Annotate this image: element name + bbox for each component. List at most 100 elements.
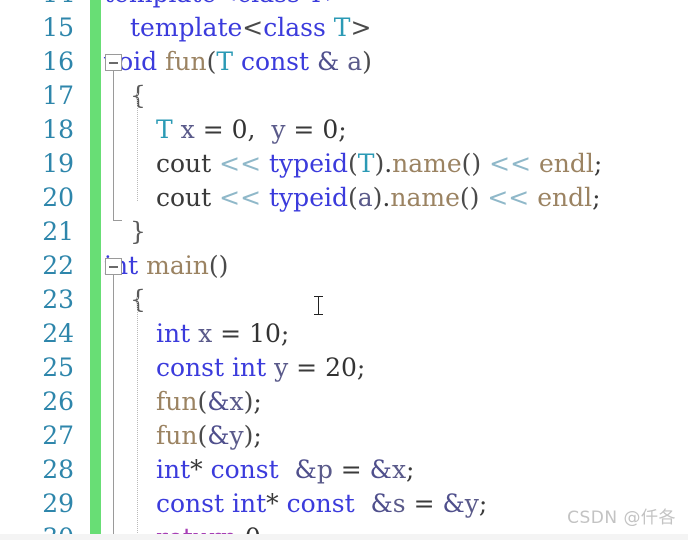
code-token: int (156, 455, 191, 484)
code-token: const (210, 455, 279, 484)
code-token: T (333, 13, 351, 42)
code-line[interactable]: 23{ (0, 283, 688, 317)
code-line-text[interactable]: template<class T> (130, 11, 371, 45)
code-token: a (357, 183, 373, 212)
line-number: 17 (42, 81, 74, 110)
line-number: 28 (42, 455, 74, 484)
code-line-text[interactable]: int* const &p = &x; (156, 453, 414, 487)
code-token: << (489, 149, 532, 178)
code-line-text[interactable]: int main() (104, 249, 228, 283)
code-line[interactable]: 17{ (0, 79, 688, 113)
code-token: y (274, 353, 289, 382)
code-line-text[interactable]: void fun(T const & a) (104, 45, 372, 79)
code-line-text[interactable]: int x = 10; (156, 317, 289, 351)
code-token: ; (356, 353, 366, 382)
code-token: fun (156, 421, 198, 450)
code-line[interactable]: 22 int main() (0, 249, 688, 283)
ibeam-stem (318, 296, 319, 315)
code-token: ) (374, 149, 385, 178)
code-token: y (464, 489, 479, 518)
code-token: int (231, 353, 267, 382)
collapse-region-icon[interactable] (105, 54, 122, 71)
code-line-text[interactable]: const int y = 20; (156, 351, 365, 385)
code-token: const (286, 489, 355, 518)
code-line[interactable]: 27 fun(&y); (0, 419, 688, 453)
code-token: template<class T> (104, 0, 345, 8)
fold-region-line (113, 275, 114, 540)
code-token: typeid (269, 149, 348, 178)
code-token: x (391, 455, 407, 484)
code-line[interactable]: 24 int x = 10; (0, 317, 688, 351)
code-line[interactable]: 15 template<class T> (0, 11, 688, 45)
code-line[interactable]: 14 template<class T> (0, 0, 688, 11)
code-line[interactable]: 25 const int y = 20; (0, 351, 688, 385)
code-line-text[interactable]: fun(&y); (156, 419, 262, 453)
code-token: = (288, 353, 326, 382)
code-line[interactable]: 19 cout << typeid(T).name() << endl; (0, 147, 688, 181)
code-token: template (130, 13, 243, 42)
code-token: const (241, 47, 310, 76)
code-line-text[interactable]: const int* const &s = &y; (156, 487, 487, 521)
code-token: name (390, 183, 460, 212)
code-line-text[interactable]: template<class T> (104, 0, 345, 11)
code-token: << (219, 183, 262, 212)
code-line[interactable]: 26 fun(&x); (0, 385, 688, 419)
code-token: ; (478, 489, 488, 518)
code-token: 10 (249, 319, 281, 348)
code-line-text[interactable]: T x = 0, y = 0; (156, 113, 347, 147)
code-token: * (266, 489, 279, 518)
line-number: 16 (42, 47, 74, 76)
code-token: ) (243, 421, 254, 450)
code-token: T (156, 115, 173, 144)
code-line-text[interactable]: fun(&x); (156, 385, 262, 419)
code-line-text[interactable]: cout << typeid(a).name() << endl; (156, 181, 601, 215)
csdn-watermark: CSDN @仟各 (567, 508, 676, 528)
code-editor[interactable]: 14template<class T>15template<class T>16… (0, 0, 688, 540)
collapse-region-icon[interactable] (105, 258, 122, 275)
fold-region-end-elbow (113, 211, 122, 221)
code-token: , (247, 115, 272, 144)
code-token: = (194, 115, 232, 144)
code-line-text[interactable]: cout << typeid(T).name() << endl; (156, 147, 602, 181)
code-token: ) (372, 183, 383, 212)
line-number: 18 (42, 115, 74, 144)
code-line[interactable]: 16 void fun(T const & a) (0, 45, 688, 79)
code-line[interactable]: 20 cout << typeid(a).name() << endl; (0, 181, 688, 215)
code-token: cout (156, 149, 212, 178)
code-token: ; (593, 149, 603, 178)
code-token: a (347, 47, 363, 76)
code-line[interactable]: 28 int* const &p = &x; (0, 453, 688, 487)
code-token: = (212, 319, 250, 348)
code-token: ( (197, 421, 208, 450)
code-token: x (180, 115, 195, 144)
code-token: fun (156, 387, 198, 416)
line-number: 25 (42, 353, 74, 382)
line-number: 21 (42, 217, 74, 246)
code-token: ( (347, 149, 358, 178)
code-token: = (285, 115, 323, 144)
line-number: 29 (42, 489, 74, 518)
code-token: = (332, 455, 370, 484)
code-token: ; (592, 183, 601, 212)
code-line-text[interactable]: } (130, 215, 146, 249)
code-token: typeid (269, 183, 348, 212)
code-token: y (229, 421, 244, 450)
code-line[interactable]: 18 T x = 0, y = 0; (0, 113, 688, 147)
code-line[interactable]: 21} (0, 215, 688, 249)
code-token: p (316, 455, 333, 484)
line-number: 27 (42, 421, 74, 450)
line-number: 24 (42, 319, 74, 348)
code-token: x (229, 387, 244, 416)
code-token: 0 (231, 115, 248, 144)
